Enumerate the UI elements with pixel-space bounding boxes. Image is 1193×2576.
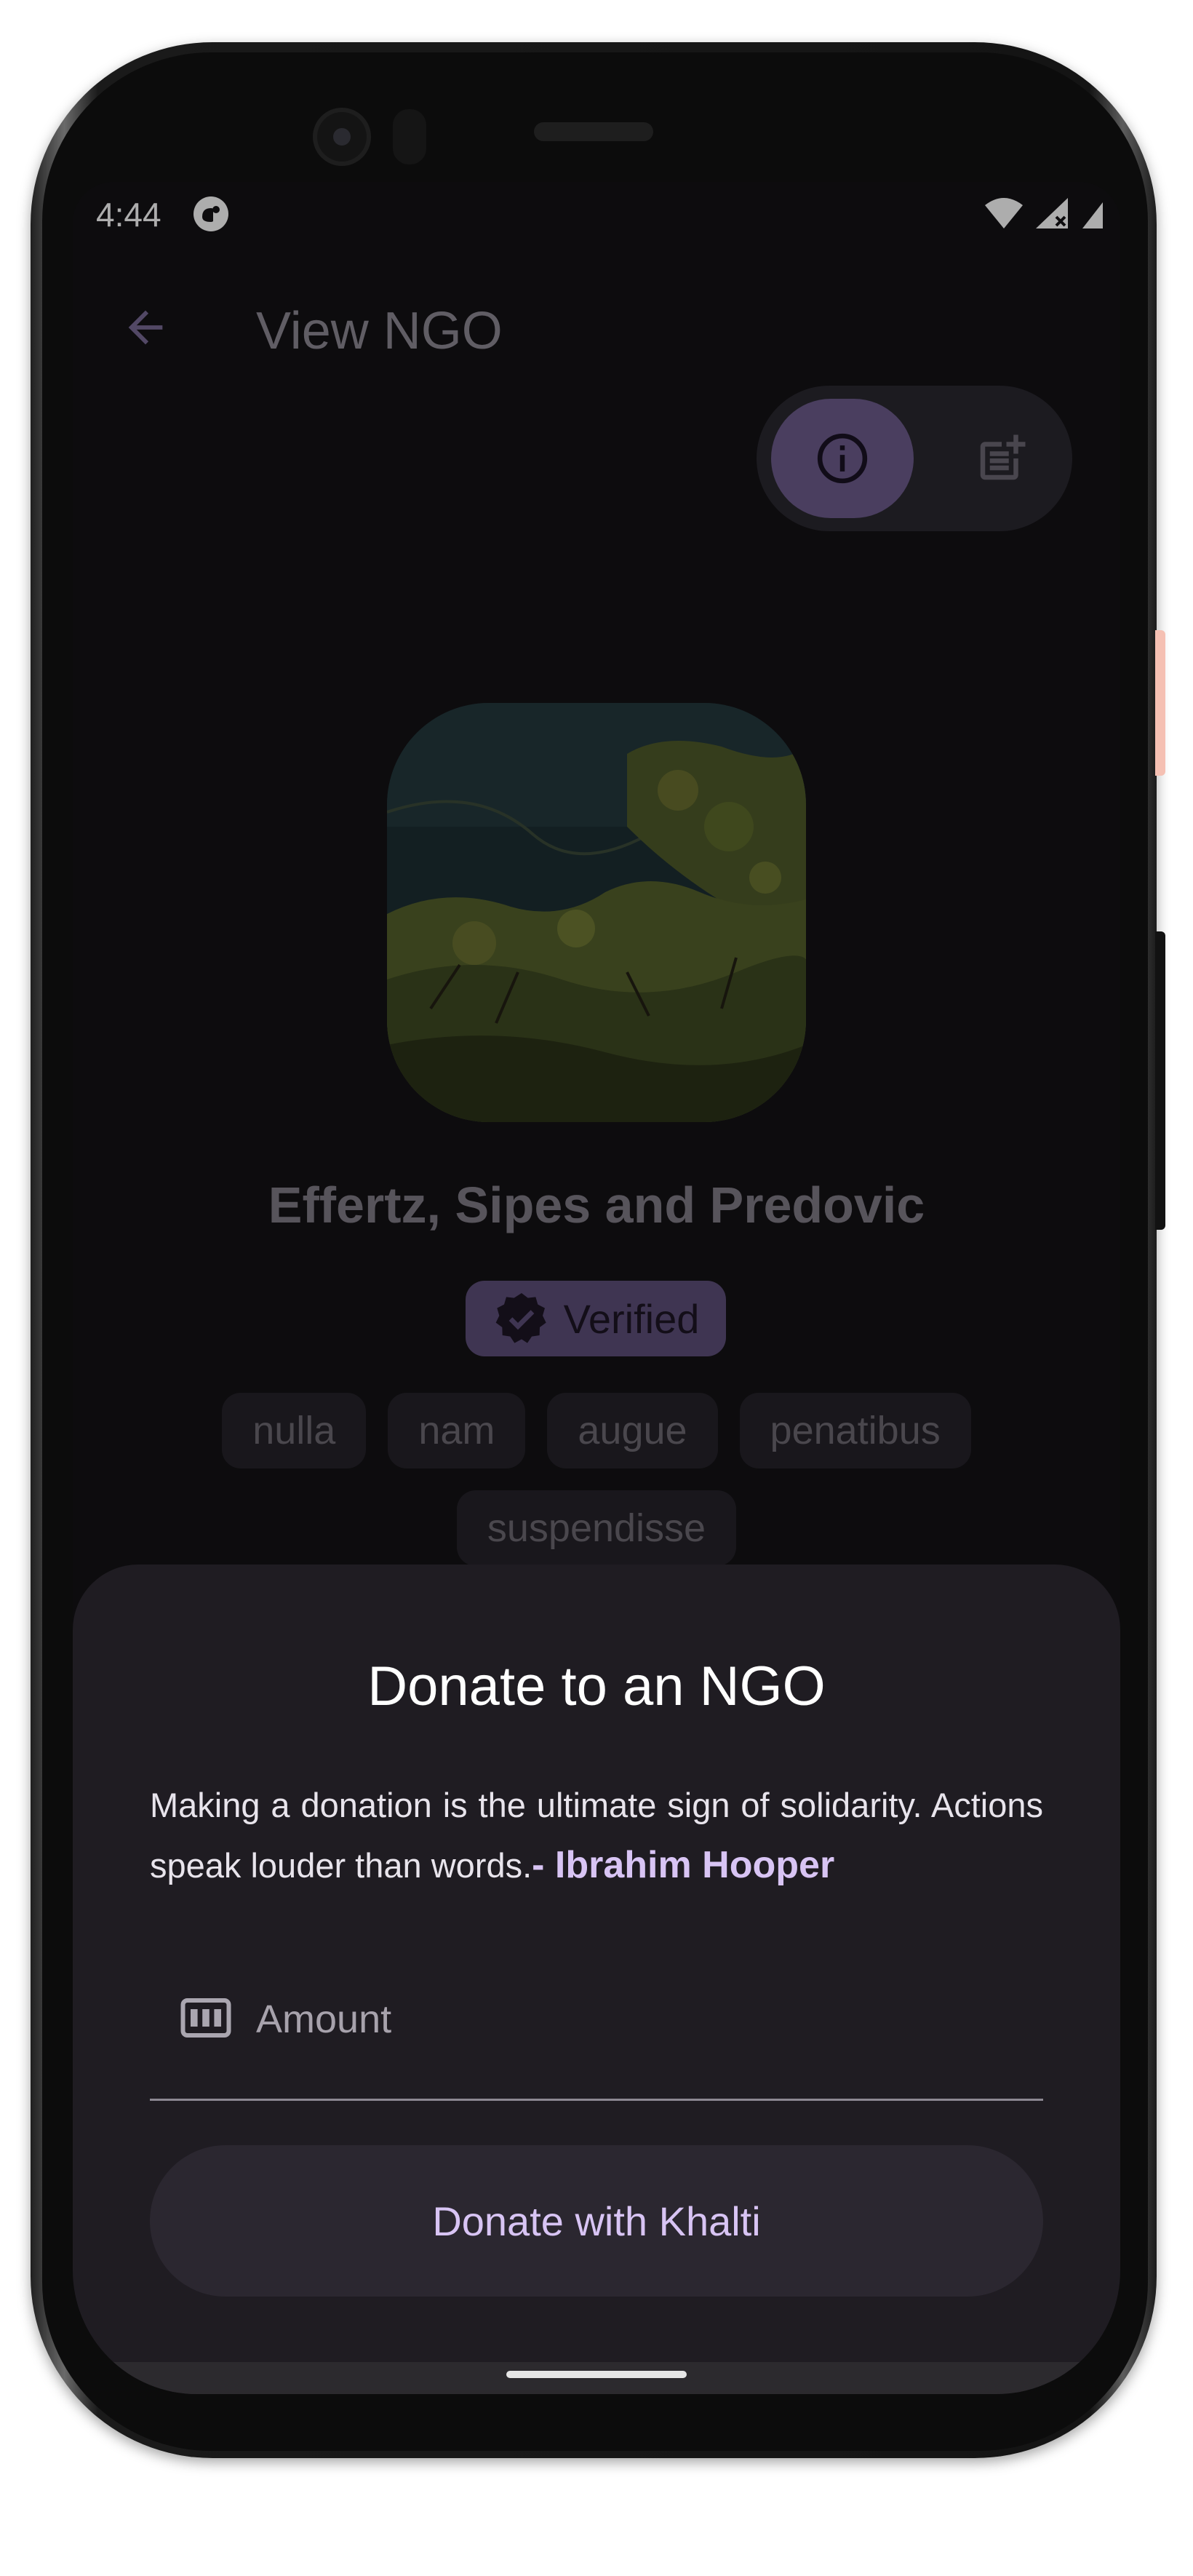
- battery-icon: [1082, 202, 1103, 228]
- quote-author: - Ibrahim Hooper: [532, 1844, 835, 1886]
- proximity-sensor: [393, 109, 426, 164]
- ngo-name: Effertz, Sipes and Predovic: [268, 1177, 925, 1233]
- verified-icon: [495, 1293, 546, 1343]
- tab-posts[interactable]: [947, 399, 1056, 518]
- arrow-back-icon: [128, 310, 163, 345]
- donation-quote: Making a donation is the ultimate sign o…: [150, 1776, 1043, 1896]
- tag-chip[interactable]: augue: [547, 1393, 718, 1468]
- ngo-image: [387, 703, 806, 1122]
- power-button: [1155, 630, 1165, 776]
- info-icon: [817, 433, 868, 484]
- tag-chip[interactable]: nam: [388, 1393, 526, 1468]
- home-indicator[interactable]: [506, 2371, 687, 2378]
- amount-field[interactable]: [150, 1943, 1043, 2101]
- tab-info[interactable]: [771, 399, 914, 518]
- sheet-title: Donate to an NGO: [367, 1655, 826, 1717]
- cellular-signal-icon: [1036, 198, 1068, 228]
- verified-label: Verified: [563, 1295, 700, 1342]
- earpiece-speaker: [534, 122, 653, 141]
- donate-bottom-sheet: Donate to an NGO Making a donation is th…: [73, 1565, 1120, 2394]
- status-time: 4:44: [96, 196, 161, 234]
- volume-button: [1155, 931, 1165, 1230]
- tag-chip[interactable]: penatibus: [739, 1393, 971, 1468]
- tag-chip[interactable]: suspendisse: [456, 1490, 737, 1566]
- page-title: View NGO: [256, 302, 503, 360]
- view-toggle: [757, 386, 1072, 531]
- amount-input[interactable]: [255, 1984, 1014, 2055]
- money-icon: [177, 1989, 234, 2046]
- tag-list: nulla nam augue penatibus suspendisse: [204, 1393, 989, 1566]
- post-add-icon: [980, 434, 1026, 480]
- donate-with-khalti-button[interactable]: Donate with Khalti: [150, 2145, 1043, 2297]
- front-camera: [313, 108, 371, 166]
- verified-badge: Verified: [466, 1281, 726, 1356]
- status-bar: 4:44: [73, 182, 1120, 247]
- back-button[interactable]: [109, 291, 182, 364]
- wifi-icon: [985, 198, 1023, 228]
- gesture-nav-area: [73, 2362, 1120, 2394]
- device-screen: 4:44 View NGO Effertz, Sipes and Predovi…: [73, 182, 1120, 2394]
- status-icons: [983, 196, 1104, 230]
- tag-chip[interactable]: nulla: [222, 1393, 367, 1468]
- top-app-bar: View NGO: [73, 247, 1120, 386]
- app-notification-icon: [193, 196, 228, 231]
